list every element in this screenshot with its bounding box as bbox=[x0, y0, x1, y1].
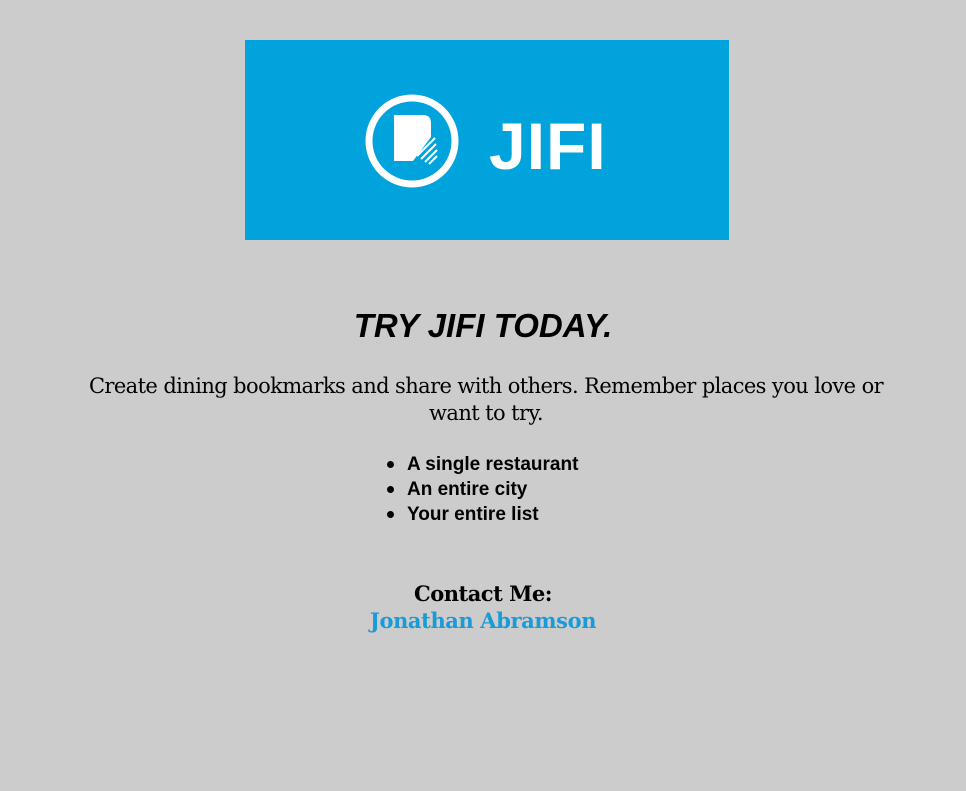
jifi-logo-banner: JIFI bbox=[245, 40, 729, 240]
contact-label: Contact Me: bbox=[414, 581, 552, 606]
contact-name-link[interactable]: Jonathan Abramson bbox=[370, 608, 597, 633]
feature-label: A single restaurant bbox=[407, 454, 579, 475]
bookmark-circle-icon bbox=[365, 94, 459, 188]
page: JIFI TRY JIFI TODAY. Create dining bookm… bbox=[0, 0, 966, 791]
tagline: Create dining bookmarks and share with o… bbox=[88, 374, 884, 425]
bullet-icon bbox=[387, 511, 394, 518]
feature-label: An entire city bbox=[407, 479, 528, 500]
bullet-icon bbox=[387, 461, 394, 468]
list-item: A single restaurant bbox=[385, 452, 578, 477]
bullet-icon bbox=[387, 486, 394, 493]
contact-section: Jonathan Abramson bbox=[0, 607, 966, 634]
headline: TRY JIFI TODAY. bbox=[353, 307, 613, 344]
feature-label: Your entire list bbox=[407, 504, 539, 525]
jifi-wordmark: JIFI bbox=[489, 109, 607, 183]
list-item: Your entire list bbox=[385, 502, 578, 527]
jifi-logo: JIFI bbox=[365, 94, 607, 188]
feature-list: A single restaurant An entire city Your … bbox=[385, 452, 578, 527]
list-item: An entire city bbox=[385, 477, 578, 502]
